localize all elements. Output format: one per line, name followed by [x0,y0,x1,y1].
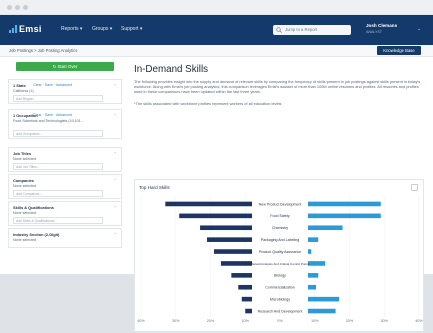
breadcrumb[interactable]: Job Postings > Job Posting Analytics [9,48,77,53]
window-dot-icon [7,5,12,10]
filter-panel[interactable]: Industry Section (2-Digit) ⌃ None selected [8,228,122,248]
chevron-up-icon[interactable]: ⌃ [114,83,117,88]
user-name[interactable]: Josh Clemans [366,23,397,28]
chevron-up-icon[interactable]: ⌃ [114,178,117,183]
bar-left[interactable] [213,249,252,254]
panel-input[interactable]: Add Companies... [13,190,103,197]
category-label: Commercialization [265,286,295,290]
bar-left[interactable] [165,201,252,207]
logo-icon [9,25,17,33]
panel-selection: None selected [13,211,36,215]
x-tick-label: 10% [241,319,249,323]
category-label: Microbiology [270,297,290,301]
bar-right[interactable] [308,237,319,242]
browser-chrome [0,0,433,15]
panel-title: Skills & Qualifications [13,205,54,210]
bar-right[interactable] [308,296,340,302]
x-tick-label: 20% [207,319,215,323]
panel-input[interactable]: Add Region... [13,95,103,102]
bar-left[interactable] [245,308,252,314]
nav-support[interactable]: Support ▾ [121,26,142,32]
panel-title: Job Titles [13,151,32,156]
app-window: Emsi Reports ▾ Groups ▾ Support ▾ Jump t… [0,0,433,332]
nav-groups[interactable]: Groups ▾ [92,26,112,32]
category-label: New Product Development [259,202,302,206]
x-tick-label: 40% [137,319,145,323]
panel-title: Industry Section (2-Digit) [13,232,60,237]
bar-right[interactable] [308,249,312,254]
panel-selection: Food Scientists and Technologists (19-10… [13,119,84,123]
top-hard-skills-card: Top Hard Skills 40% 30% 20% 10% 0% 10% 20% 30% 4… [134,179,424,332]
panel-links[interactable]: Clear · Save · Advanced [33,83,72,87]
filter-panel[interactable]: Job Titles ⌃ None selected Add Job Titles..… [8,147,122,172]
emsi-logo[interactable]: Emsi [9,24,42,34]
bar-right[interactable] [308,213,381,219]
skills-chart: 40% 30% 20% 10% 0% 10% 20% 30% 40% New Product De… [137,196,423,323]
chevron-up-icon[interactable]: ⌃ [114,232,117,237]
bar-right[interactable] [308,261,326,266]
x-tick-label: 10% [311,319,319,323]
bar-right[interactable] [308,308,336,314]
window-dot-icon [23,5,28,10]
panel-selection: None selected [13,157,36,161]
chevron-down-icon[interactable]: ⌄ [417,26,421,32]
category-label: Packaging And Labeling [261,238,300,242]
bar-left[interactable] [207,237,252,242]
x-tick-label: 30% [380,319,388,323]
logo-text: Emsi [19,24,42,34]
bar-left[interactable] [179,213,252,219]
filter-panel[interactable]: Companies ⌃ None selected Add Companies... [8,174,122,199]
top-nav: Emsi Reports ▾ Groups ▾ Support ▾ Jump t… [0,15,433,45]
bar-left[interactable] [241,296,252,302]
filter-panel[interactable]: 1 State Clear · Save · Advanced ⌃ Californi… [8,79,122,104]
bar-left[interactable] [200,225,252,231]
category-label: Biology [274,274,286,278]
category-label: Research And Development [258,309,303,313]
x-tick-label: 0% [277,319,283,323]
panel-title: Companies [13,178,34,183]
chevron-up-icon[interactable]: ⌃ [114,205,117,210]
nav-reports[interactable]: Reports ▾ [61,26,82,32]
filter-panel[interactable]: Skills & Qualifications ⌃ None selected Add… [8,201,122,226]
panel-selection: California (1) [13,89,34,93]
window-dot-icon [15,5,20,10]
chevron-up-icon[interactable]: ⌃ [114,113,117,118]
search-placeholder: Jump to a Report [285,27,318,32]
user-role: ANALYST [366,30,383,34]
bar-right[interactable] [308,201,381,207]
chevron-up-icon[interactable]: ⌃ [114,151,117,156]
panel-input[interactable]: Add Occupation... [13,130,103,137]
panel-selection: None selected [13,238,36,242]
search-input[interactable]: Jump to a Report [273,25,351,35]
breadcrumb-bar: Job Postings > Job Posting Analytics Kno… [0,45,433,57]
start-over-button[interactable]: ↻ Start Over [16,62,114,71]
search-icon [276,27,282,33]
panel-links[interactable]: Clear · Save · Advanced [33,113,72,117]
bar-right[interactable] [308,284,316,290]
x-tick-label: 20% [346,319,354,323]
panel-title: 1 State [13,83,26,88]
panel-input[interactable]: Add Job Titles... [13,163,103,170]
main-content: In-Demand Skills The following provides … [128,58,433,332]
category-label: Chemistry [272,226,288,230]
category-label: Food Safety [270,214,290,218]
category-label: Hazard Analysis And Critical Control Poi… [251,262,310,266]
filter-panel[interactable]: 1 Occupation Clear · Save · Advanced ⌃ Food… [8,109,122,139]
bar-right[interactable] [308,225,343,231]
intro-paragraph: The following provides insight into the … [134,79,421,95]
panel-selection: None selected [13,184,36,188]
knowledge-base-button[interactable]: Knowledge Base [377,46,421,55]
bar-left[interactable] [220,261,252,266]
bar-left[interactable] [238,284,252,290]
category-label: Product Quality Assurance [259,250,301,254]
panel-input[interactable]: Add Skills & Qualifications... [13,217,103,224]
note-text: *The skills associated with workforce pr… [134,101,282,106]
page-title: In-Demand Skills [134,64,209,75]
sidebar: ↻ Start Over 1 State Clear · Save · Advan… [6,58,124,274]
x-tick-label: 40% [415,319,423,323]
x-tick-label: 30% [172,319,180,323]
